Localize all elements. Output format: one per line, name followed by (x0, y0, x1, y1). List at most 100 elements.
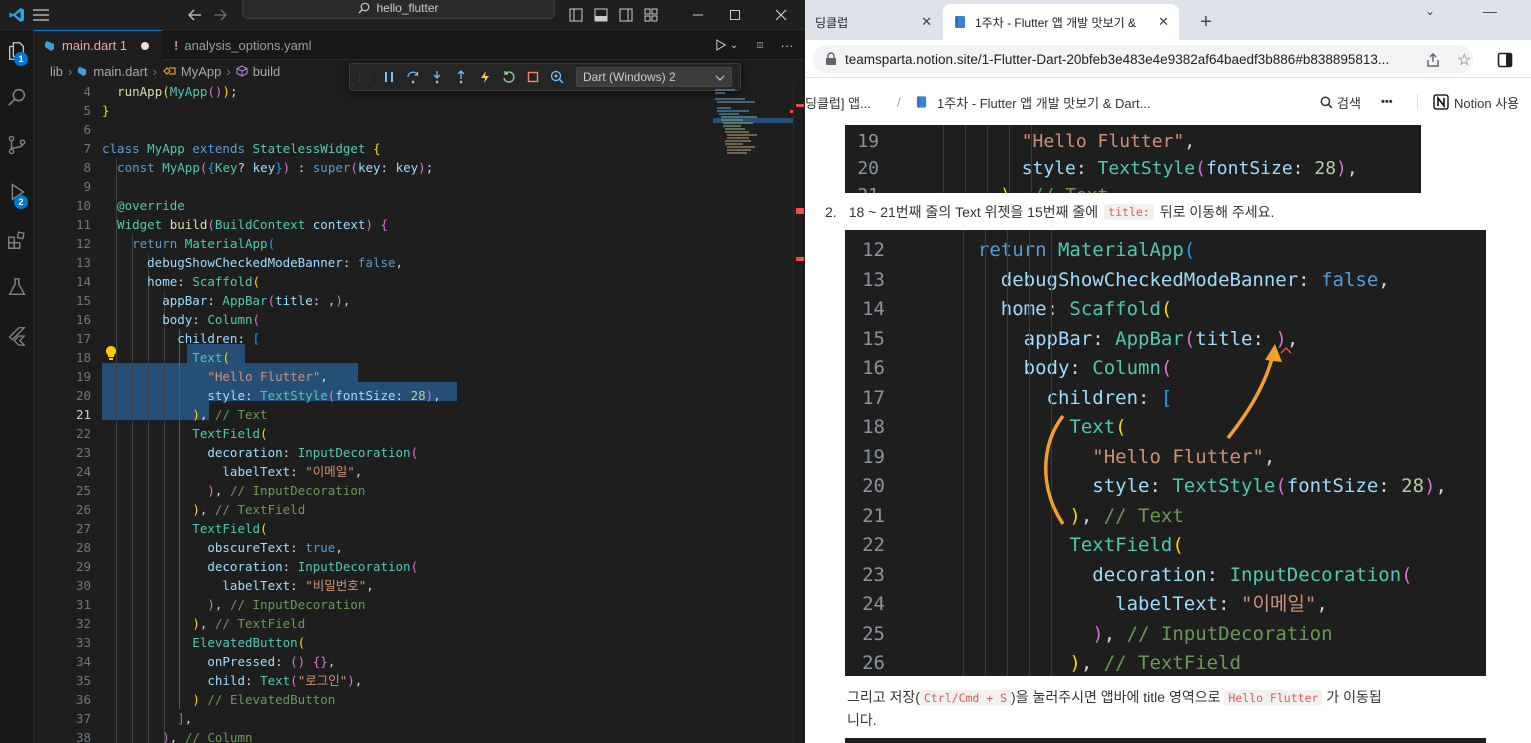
hot-reload-icon[interactable] (476, 69, 493, 86)
search-sidebar-icon[interactable] (0, 78, 34, 116)
browser-tab-active[interactable]: 1주차 - Flutter 앱 개발 맛보기 & ✕ (943, 4, 1179, 40)
debug-config-select[interactable]: Dart (Windows) 2 (576, 67, 732, 87)
notion-page-icon (916, 96, 927, 108)
arrow-head (1265, 344, 1282, 362)
extensions-icon[interactable] (0, 221, 34, 259)
code-token: "로그인" (297, 673, 348, 688)
lightbulb-icon[interactable] (104, 345, 118, 366)
code-token: style (102, 388, 245, 403)
split-editor-icon[interactable] (747, 30, 773, 60)
code-token: ( (252, 312, 261, 327)
code-line: style: TextStyle(fontSize: 28), (935, 155, 1358, 182)
new-tab-icon[interactable]: + (1191, 4, 1221, 40)
command-center[interactable]: hello_flutter (242, 0, 555, 19)
minimap[interactable] (713, 82, 793, 182)
code-line: Text( (102, 348, 230, 367)
code-token: : (275, 654, 291, 669)
sidebar-icon[interactable] (1497, 52, 1513, 73)
code-token: ( (162, 84, 170, 99)
notion-label: Notion 사용 (1454, 95, 1520, 111)
search-button[interactable]: 검색 (1320, 93, 1361, 112)
more-icon[interactable]: ••• (1381, 96, 1393, 108)
step-over-icon[interactable] (404, 69, 421, 86)
code-token: ; (229, 84, 238, 99)
devtools-icon[interactable] (548, 69, 565, 86)
code-token: labelText (102, 464, 291, 479)
menu-icon[interactable] (30, 0, 52, 30)
more-icon[interactable]: ··· (774, 30, 800, 60)
chevron-down-icon[interactable]: ⌄ (1415, 0, 1445, 22)
flutter-icon[interactable] (0, 317, 34, 355)
notion-breadcrumb-item[interactable]: 1주차 - Flutter 앱 개발 맛보기 & Dart... (937, 93, 1150, 112)
line-number: 9 (83, 179, 91, 194)
code-token: InputDecoration (297, 559, 411, 574)
testing-icon[interactable] (0, 268, 34, 306)
line-number: 24 (75, 464, 91, 479)
code-token: : (290, 464, 306, 479)
notion-breadcrumb-item[interactable]: 딩클럽] 앱... (805, 93, 871, 112)
code-editor[interactable]: 4 runApp(MyApp()); 5} 6 7 class MyApp extend… (34, 82, 805, 743)
pause-icon[interactable] (380, 69, 397, 86)
layout-icon[interactable] (641, 0, 661, 30)
indent-guide (943, 125, 944, 193)
notion-signup-button[interactable]: Notion 사용 (1433, 93, 1519, 112)
line-number: 25 (75, 483, 91, 498)
inline-code: title: (1104, 204, 1154, 220)
tab-main-dart[interactable]: main.dart 1 (34, 30, 162, 60)
line-number: 20 (857, 158, 879, 179)
url-input[interactable]: teamsparta.notion.site/1-Flutter-Dart-20… (813, 45, 1473, 73)
code-token: , (214, 597, 230, 612)
code-line: class MyApp extends StatelessWidget { (102, 139, 380, 158)
layout-icon[interactable] (566, 0, 586, 30)
line-number: 8 (83, 160, 91, 175)
code-token: debugShowCheckedModeBanner (102, 255, 343, 270)
restart-icon[interactable] (500, 69, 517, 86)
layout-icon[interactable] (591, 0, 611, 30)
tab-analysis-options[interactable]: ! analysis_options.yaml (164, 30, 344, 60)
breadcrumb-item[interactable]: MyApp (181, 64, 221, 79)
back-arrow-icon[interactable] (185, 0, 205, 30)
line-number: 19 (857, 131, 879, 152)
step-into-icon[interactable] (428, 69, 445, 86)
code-token: ) (192, 502, 200, 517)
stop-icon[interactable] (524, 69, 541, 86)
forward-arrow-icon[interactable] (210, 0, 230, 30)
layout-icon[interactable] (616, 0, 636, 30)
star-icon[interactable]: ☆ (1457, 50, 1471, 70)
drag-handle-icon[interactable]: ⋮⋮ (355, 69, 375, 86)
scrollbar[interactable] (793, 82, 805, 743)
code-token: : (1292, 158, 1315, 179)
code-token: : (282, 445, 298, 460)
close-icon[interactable]: ✕ (921, 14, 932, 30)
breadcrumb-item[interactable]: main.dart (93, 64, 147, 79)
code-token: : (290, 540, 306, 555)
breadcrumb-item[interactable]: lib (50, 64, 63, 79)
code-token: true (305, 540, 336, 555)
share-icon[interactable] (1425, 52, 1441, 73)
minimize-icon[interactable]: — (1475, 0, 1505, 22)
chevron-down-icon[interactable]: ⌄ (724, 30, 744, 60)
run-debug-icon[interactable]: 2 (0, 173, 34, 211)
explorer-icon[interactable]: 1 (0, 32, 34, 70)
code-token: key (357, 160, 381, 175)
step-text: 뒤로 이동해 주세요. (1159, 204, 1275, 220)
close-icon[interactable] (758, 0, 804, 30)
close-icon[interactable]: ✕ (1158, 14, 1169, 30)
code-token: , (335, 540, 343, 555)
editor-tab-bar: main.dart 1 ! analysis_options.yaml ⌄ ··… (34, 30, 805, 60)
code-token: Text (102, 350, 223, 365)
code-line: } (102, 101, 110, 120)
step-out-icon[interactable] (452, 69, 469, 86)
code-token: ( (350, 160, 358, 175)
maximize-icon[interactable] (712, 0, 758, 30)
code-line: obscureText: true, (102, 538, 343, 557)
modified-dot-icon[interactable] (141, 41, 150, 50)
source-control-icon[interactable] (0, 126, 34, 164)
browser-tab[interactable]: 딩클럽 ✕ (805, 4, 940, 40)
breadcrumb-item[interactable]: build (253, 64, 280, 79)
indent-guide (1031, 125, 1032, 193)
notion-topbar: 딩클럽] 앱... / 1주차 - Flutter 앱 개발 맛보기 & Dar… (805, 88, 1531, 116)
